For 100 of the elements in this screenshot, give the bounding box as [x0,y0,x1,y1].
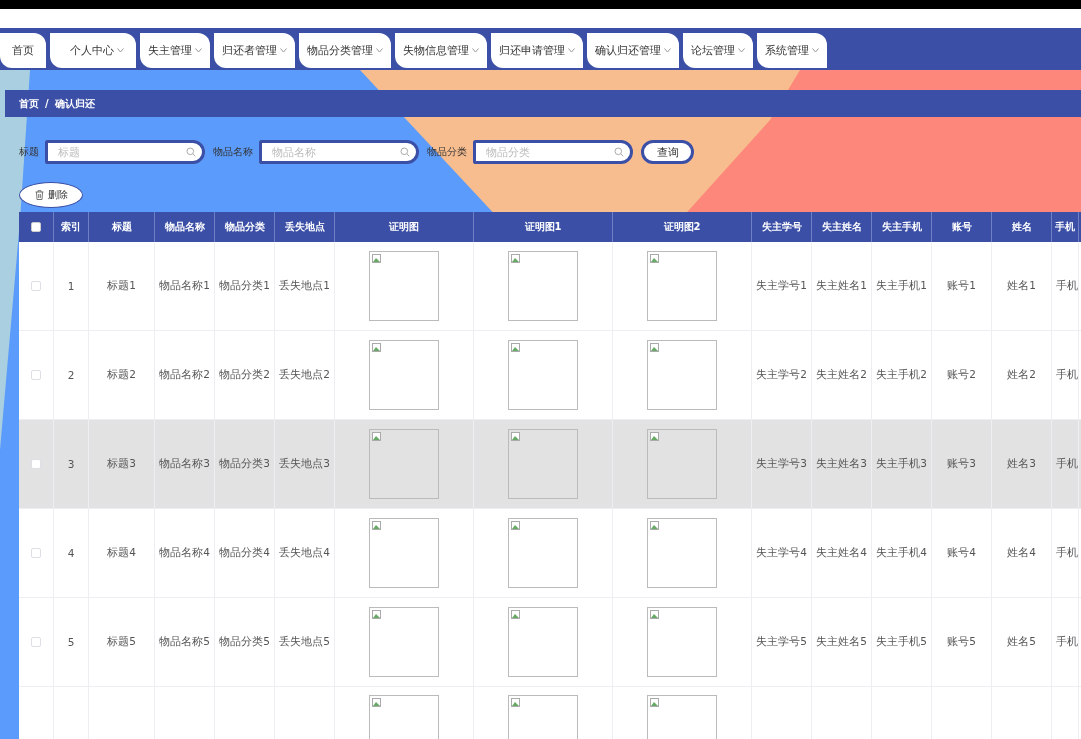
table-cell: 失主学号2 [752,331,812,419]
table-cell: 5 [54,598,89,686]
table-cell: 姓名3 [992,420,1052,508]
table-row[interactable]: 4 标题4 物品名称4 物品分类4 丢失地点4 失主学号4 失主姓名4 失主手机4 账号4 姓名4 手机 [19,509,1081,598]
filter-label: 标题 [19,145,39,159]
table-cell: 失主学号1 [752,242,812,330]
table-cell: 账号4 [932,509,992,597]
trash-icon [34,190,44,200]
broken-image-icon [372,343,381,352]
table-cell: 手机 [1052,509,1079,597]
broken-image-icon [650,698,659,707]
table-cell: 失主手机5 [872,598,932,686]
broken-image-icon [372,254,381,263]
breadcrumb-link[interactable]: 首页 [19,96,39,111]
table-cell: 标题5 [89,598,155,686]
row-checkbox[interactable] [31,459,41,469]
table-cell: 失主姓名3 [812,420,872,508]
nav-tab[interactable]: 物品分类管理 [299,33,391,68]
table-cell: 物品分类4 [215,509,275,597]
broken-image-icon [511,254,520,263]
filter-label: 物品分类 [427,145,467,159]
table-cell: 4 [54,509,89,597]
table-cell: 标题1 [89,242,155,330]
breadcrumb-separator: / [45,98,49,109]
table-cell: 3 [54,420,89,508]
nav-tab[interactable]: 失主管理 [140,33,210,68]
search-button[interactable]: 查询 [641,140,694,164]
chevron-down-icon [568,48,575,53]
table-cell: 失主学号5 [752,598,812,686]
table-row[interactable]: 2 标题2 物品名称2 物品分类2 丢失地点2 失主学号2 失主姓名2 失主手机2 账号2 姓名2 手机 [19,331,1081,420]
table-row[interactable]: 1 标题1 物品名称1 物品分类1 丢失地点1 失主学号1 失主姓名1 失主手机1 账号1 姓名1 手机 [19,242,1081,331]
chevron-down-icon [376,48,383,53]
search-field[interactable]: 物品分类 [473,140,633,164]
table-cell: 失主手机2 [872,331,932,419]
broken-image-icon [372,432,381,441]
broken-image-icon [650,521,659,530]
nav-tab[interactable]: 论坛管理 [683,33,753,68]
search-icon [400,147,410,157]
table-cell: 物品名称4 [155,509,215,597]
table-cell: 失主姓名4 [812,509,872,597]
nav-tab[interactable]: 首页 [0,33,46,68]
table-cell: 丢失地点3 [275,420,335,508]
broken-image-icon [511,343,520,352]
broken-image-icon [372,610,381,619]
broken-image-icon [511,698,520,707]
table-cell: 标题4 [89,509,155,597]
nav-tab[interactable]: 失物信息管理 [395,33,487,68]
chevron-down-icon [195,48,202,53]
table-cell: 丢失地点4 [275,509,335,597]
breadcrumb-current: 确认归还 [54,96,95,111]
table-cell: 物品分类1 [215,242,275,330]
select-all-checkbox[interactable] [31,222,41,232]
broken-image-icon [650,432,659,441]
broken-image-icon [650,254,659,263]
table-cell: 姓名5 [992,598,1052,686]
chevron-down-icon [280,48,287,53]
table-cell: 账号5 [932,598,992,686]
table-cell: 物品名称3 [155,420,215,508]
table-cell: 失主手机3 [872,420,932,508]
row-checkbox[interactable] [31,370,41,380]
search-icon [186,147,196,157]
table-row[interactable]: 3 标题3 物品名称3 物品分类3 丢失地点3 失主学号3 失主姓名3 失主手机3 账号3 姓名3 手机 [19,420,1081,509]
table-cell: 物品分类2 [215,331,275,419]
nav-tab[interactable]: 个人中心 [50,33,136,68]
table-cell: 账号3 [932,420,992,508]
table-cell: 丢失地点2 [275,331,335,419]
nav-tab[interactable]: 系统管理 [757,33,827,68]
table-cell: 姓名2 [992,331,1052,419]
broken-image-icon [372,521,381,530]
filter-label: 物品名称 [213,145,253,159]
broken-image-icon [650,610,659,619]
table-cell: 失主手机1 [872,242,932,330]
row-checkbox[interactable] [31,281,41,291]
table-cell: 物品名称5 [155,598,215,686]
table-cell: 失主姓名5 [812,598,872,686]
table-cell: 手机 [1052,242,1079,330]
table-cell: 标题2 [89,331,155,419]
table-row[interactable]: 5 标题5 物品名称5 物品分类5 丢失地点5 失主学号5 失主姓名5 失主手机5 账号5 姓名5 手机 [19,598,1081,687]
table-cell: 丢失地点1 [275,242,335,330]
nav-tab[interactable]: 归还者管理 [214,33,295,68]
row-checkbox[interactable] [31,637,41,647]
search-field[interactable]: 物品名称 [259,140,419,164]
table-cell: 失主学号4 [752,509,812,597]
table-cell: 失主手机4 [872,509,932,597]
table-cell: 丢失地点5 [275,598,335,686]
table-cell: 姓名1 [992,242,1052,330]
row-checkbox[interactable] [31,548,41,558]
nav-tab[interactable]: 归还申请管理 [491,33,583,68]
broken-image-icon [372,698,381,707]
table-cell: 姓名4 [992,509,1052,597]
search-field[interactable]: 标题 [45,140,205,164]
chevron-down-icon [117,48,124,53]
search-icon [614,147,624,157]
table-cell: 账号2 [932,331,992,419]
table-cell: 账号1 [932,242,992,330]
table-cell: 失主姓名1 [812,242,872,330]
nav-tab[interactable]: 确认归还管理 [587,33,679,68]
chevron-down-icon [812,48,819,53]
table-cell: 手机 [1052,598,1079,686]
table-cell: 物品名称2 [155,331,215,419]
